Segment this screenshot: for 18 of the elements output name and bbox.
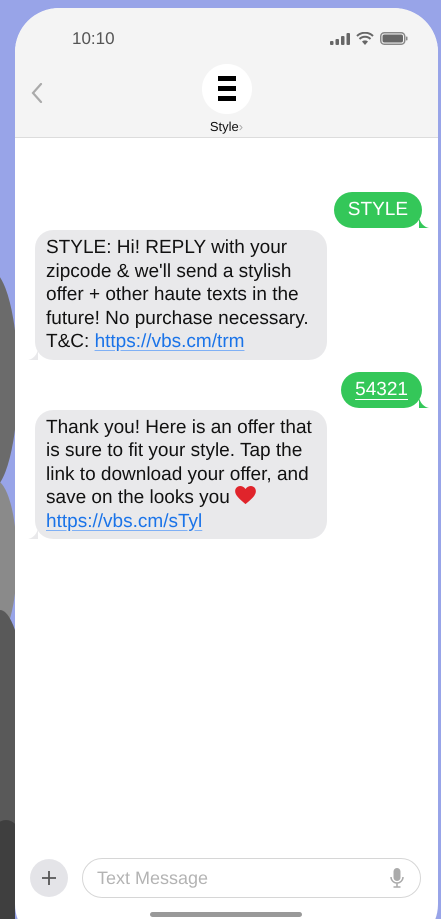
heart-icon xyxy=(235,486,256,505)
signal-icon xyxy=(330,32,350,45)
message-text: Thank you! Here is an offer that is sure to fit your style. Tap the link to download your offer, and save on the looks you https://vbs.cm/sTyl xyxy=(46,416,313,533)
contact-name[interactable]: Style xyxy=(210,116,239,136)
message-text: STYLE xyxy=(348,198,408,222)
add-button[interactable] xyxy=(30,859,68,897)
battery-icon xyxy=(380,32,408,46)
status-time: 10:10 xyxy=(72,28,115,50)
message-link[interactable]: https://vbs.cm/trm xyxy=(94,331,244,352)
message-text: 54321 xyxy=(355,378,408,402)
message-text: STYLE: Hi! REPLY with your zipcode & we'll send a stylish offer + other haute texts in the future! No purchase necessary. T&C: https://vbs.cm/trm xyxy=(46,236,310,354)
wifi-icon xyxy=(356,32,374,46)
message-input[interactable]: Text Message xyxy=(97,864,390,892)
plus-icon xyxy=(41,870,57,886)
stacked-bars-icon xyxy=(218,76,236,102)
message-composer[interactable]: Text Message xyxy=(82,858,421,898)
message-link[interactable]: https://vbs.cm/sTyl xyxy=(46,510,202,532)
chevron[interactable]: › xyxy=(238,116,244,136)
